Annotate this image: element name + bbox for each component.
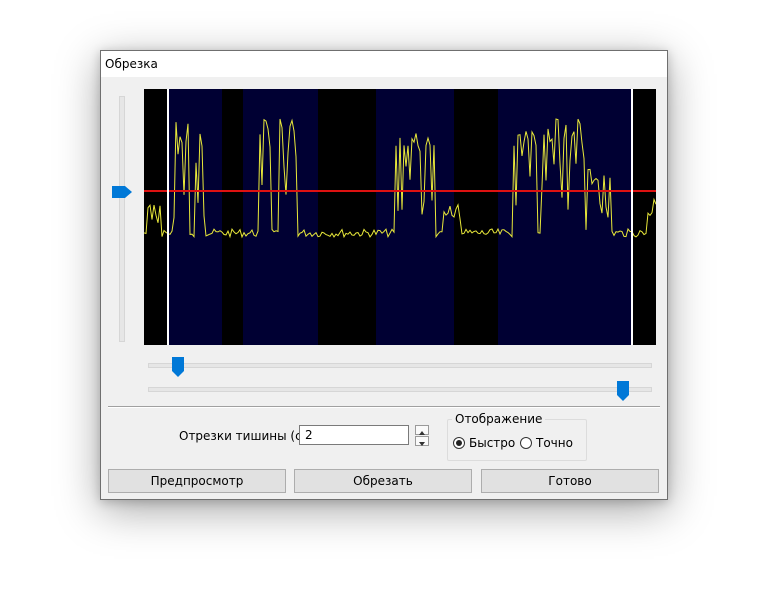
threshold-slider-track[interactable] — [119, 96, 125, 342]
display-group-title: Отображение — [452, 412, 546, 426]
title-bar: Обрезка — [101, 51, 667, 77]
done-button[interactable]: Готово — [481, 469, 659, 493]
threshold-slider-thumb[interactable] — [112, 186, 132, 198]
audio-region — [243, 89, 318, 345]
preview-button[interactable]: Предпросмотр — [108, 469, 286, 493]
window-title: Обрезка — [105, 57, 158, 71]
spin-down-icon — [419, 442, 425, 446]
start-slider-thumb[interactable] — [172, 357, 184, 377]
silence-input[interactable]: 2 — [299, 425, 409, 445]
radio-fast-label[interactable]: Быстро — [469, 436, 515, 450]
radio-fast[interactable] — [453, 437, 465, 449]
spin-down-button[interactable] — [415, 436, 429, 446]
trim-dialog: Обрезка Отрезки тишины (с): 2 Отображени… — [100, 50, 668, 500]
silence-label: Отрезки тишины (с): — [179, 429, 311, 443]
radio-precise-label[interactable]: Точно — [536, 436, 573, 450]
spin-up-button[interactable] — [415, 425, 429, 435]
start-slider-track[interactable] — [148, 363, 652, 368]
separator — [108, 406, 660, 408]
audio-region — [376, 89, 454, 345]
waveform-view[interactable] — [144, 89, 656, 345]
radio-precise[interactable] — [520, 437, 532, 449]
trim-button[interactable]: Обрезать — [294, 469, 472, 493]
end-slider-thumb[interactable] — [617, 381, 629, 401]
end-slider-track[interactable] — [148, 387, 652, 392]
